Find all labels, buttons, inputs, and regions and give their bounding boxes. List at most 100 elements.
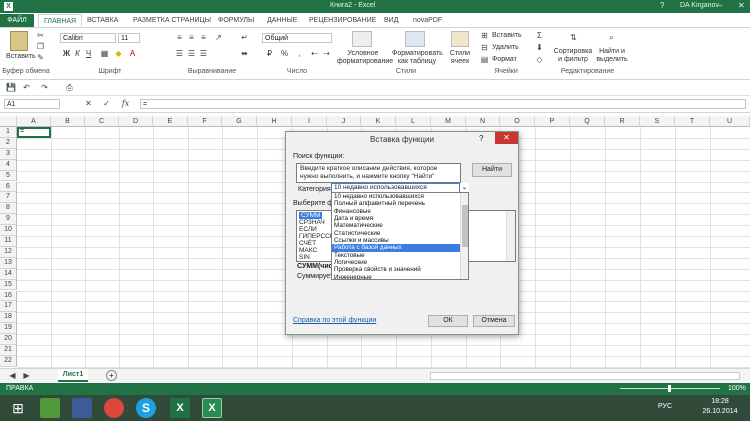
name-box[interactable]: A1 [4,99,60,109]
row-header[interactable]: 4 [0,159,17,171]
sort-filter-icon[interactable]: ⇅ [569,33,578,42]
row-header[interactable]: 21 [0,345,17,356]
row-header[interactable]: 17 [0,301,17,313]
align-right-icon[interactable]: ☰ [199,49,208,58]
row-header[interactable]: 15 [0,279,17,291]
category-option[interactable]: Инженерные [332,274,468,279]
wrap-text-icon[interactable]: ↵ [240,33,249,42]
find-select-button[interactable]: Найти и выделить [596,48,628,64]
clock-date[interactable]: 26.10.2014 [700,408,740,415]
column-header[interactable]: O [500,116,535,127]
row-header[interactable]: 6 [0,181,17,193]
row-header[interactable]: 5 [0,170,17,182]
column-header[interactable]: Q [570,116,605,127]
align-center-icon[interactable]: ☰ [187,49,196,58]
next-sheet-icon[interactable]: ▶ [22,371,31,380]
delete-cells-button[interactable]: Удалить [492,44,519,52]
dropdown-scroll-thumb[interactable] [462,205,468,247]
cancel-button[interactable]: Отмена [473,315,515,327]
prev-sheet-icon[interactable]: ◀ [8,371,17,380]
format-cells-icon[interactable]: ▤ [480,55,489,64]
copy-icon[interactable]: ❐ [36,42,45,51]
function-list-item[interactable]: SIN [299,254,310,261]
function-list-scrollbar[interactable] [506,211,515,261]
format-painter-icon[interactable]: ✎ [36,53,45,62]
find-icon[interactable]: ⌕ [607,33,616,42]
formula-input[interactable]: = [140,99,746,109]
find-button[interactable]: Найти [472,163,512,177]
function-list-item[interactable]: СЧЁТ [299,240,316,247]
category-option[interactable]: Статистические [332,230,468,237]
bold-icon[interactable]: Ж [62,49,71,58]
category-option[interactable]: Дата и время [332,215,468,222]
row-header[interactable]: 18 [0,312,17,324]
tab-review[interactable]: РЕЦЕНЗИРОВАНИЕ [304,14,381,27]
format-as-table-button[interactable]: Форматировать как таблицу [392,50,443,66]
paste-button[interactable]: Вставить [6,53,36,61]
add-sheet-icon[interactable]: + [106,370,117,381]
category-option[interactable]: Полный алфавитный перечень [332,200,468,207]
cell-styles-button[interactable]: Стили ячеек [445,50,475,66]
skype-icon[interactable]: S [136,398,156,418]
row-header[interactable]: 14 [0,268,17,280]
tab-novapdf[interactable]: novaPDF [408,14,447,27]
borders-icon[interactable]: ▦ [100,49,109,58]
percent-icon[interactable]: % [280,49,289,58]
format-cells-button[interactable]: Формат [492,56,517,64]
column-header[interactable]: E [153,116,188,127]
merge-icon[interactable]: ⬌ [240,49,249,58]
row-header[interactable]: 10 [0,225,17,236]
table-icon[interactable] [405,31,425,47]
column-header[interactable]: F [188,116,222,127]
column-header[interactable]: T [675,116,710,127]
row-header[interactable]: 20 [0,334,17,345]
dialog-help-icon[interactable]: ? [479,134,483,143]
row-header[interactable]: 22 [0,355,17,367]
increase-decimal-icon[interactable]: ⇠ [310,49,319,58]
help-icon[interactable]: ? [660,1,664,10]
minimize-icon[interactable]: – [718,1,722,10]
tab-formulas[interactable]: ФОРМУЛЫ [213,14,259,27]
insert-function-icon[interactable]: fx [121,99,130,108]
autosum-icon[interactable]: Σ [535,31,544,40]
row-header[interactable]: 11 [0,236,17,247]
decrease-decimal-icon[interactable]: ⇢ [322,49,331,58]
undo-icon[interactable]: ↶ [22,83,31,92]
tab-view[interactable]: ВИД [379,14,403,27]
sheet-tab-1[interactable]: Лист1 [58,369,88,382]
row-header[interactable]: 19 [0,323,17,335]
italic-icon[interactable]: К [73,49,82,58]
column-header[interactable]: D [119,116,153,127]
sort-filter-button[interactable]: Сортировка и фильтр [552,48,594,64]
cancel-icon[interactable]: ✕ [84,99,93,108]
thousands-icon[interactable]: , [295,49,304,58]
ok-button[interactable]: ОК [428,315,468,327]
align-top-icon[interactable]: ≡ [175,33,184,42]
category-option[interactable]: Проверка свойств и значений [332,266,468,273]
row-header[interactable]: 12 [0,246,17,258]
delete-cells-icon[interactable]: ⊟ [480,43,489,52]
horizontal-scrollbar[interactable] [430,372,740,380]
save-icon[interactable]: 💾 [6,83,16,92]
zoom-level[interactable]: 100% [728,385,746,392]
function-list-item[interactable]: МАКС [299,247,317,254]
conditional-format-icon[interactable] [352,31,372,47]
fill-color-icon[interactable]: ◆ [114,49,123,58]
category-option[interactable]: Математические [332,222,468,229]
dialog-close-button[interactable]: ✕ [495,132,518,144]
function-help-link[interactable]: Справка по этой функции [293,317,376,324]
function-list-item[interactable]: СУММ [299,212,323,219]
column-header[interactable]: I [292,116,327,127]
underline-icon[interactable]: Ч [84,49,93,58]
enter-icon[interactable]: ✓ [102,99,111,108]
column-header[interactable]: U [710,116,750,127]
number-format-select[interactable]: Общий [262,33,332,43]
row-header[interactable]: 16 [0,290,17,302]
tab-home[interactable]: ГЛАВНАЯ [38,14,83,27]
active-cell-a1[interactable]: = [17,127,51,138]
column-header[interactable]: B [51,116,85,127]
tab-data[interactable]: ДАННЫЕ [262,14,302,27]
column-header[interactable]: M [431,116,466,127]
column-header[interactable]: S [640,116,675,127]
tab-page-layout[interactable]: РАЗМЕТКА СТРАНИЦЫ [128,14,216,27]
